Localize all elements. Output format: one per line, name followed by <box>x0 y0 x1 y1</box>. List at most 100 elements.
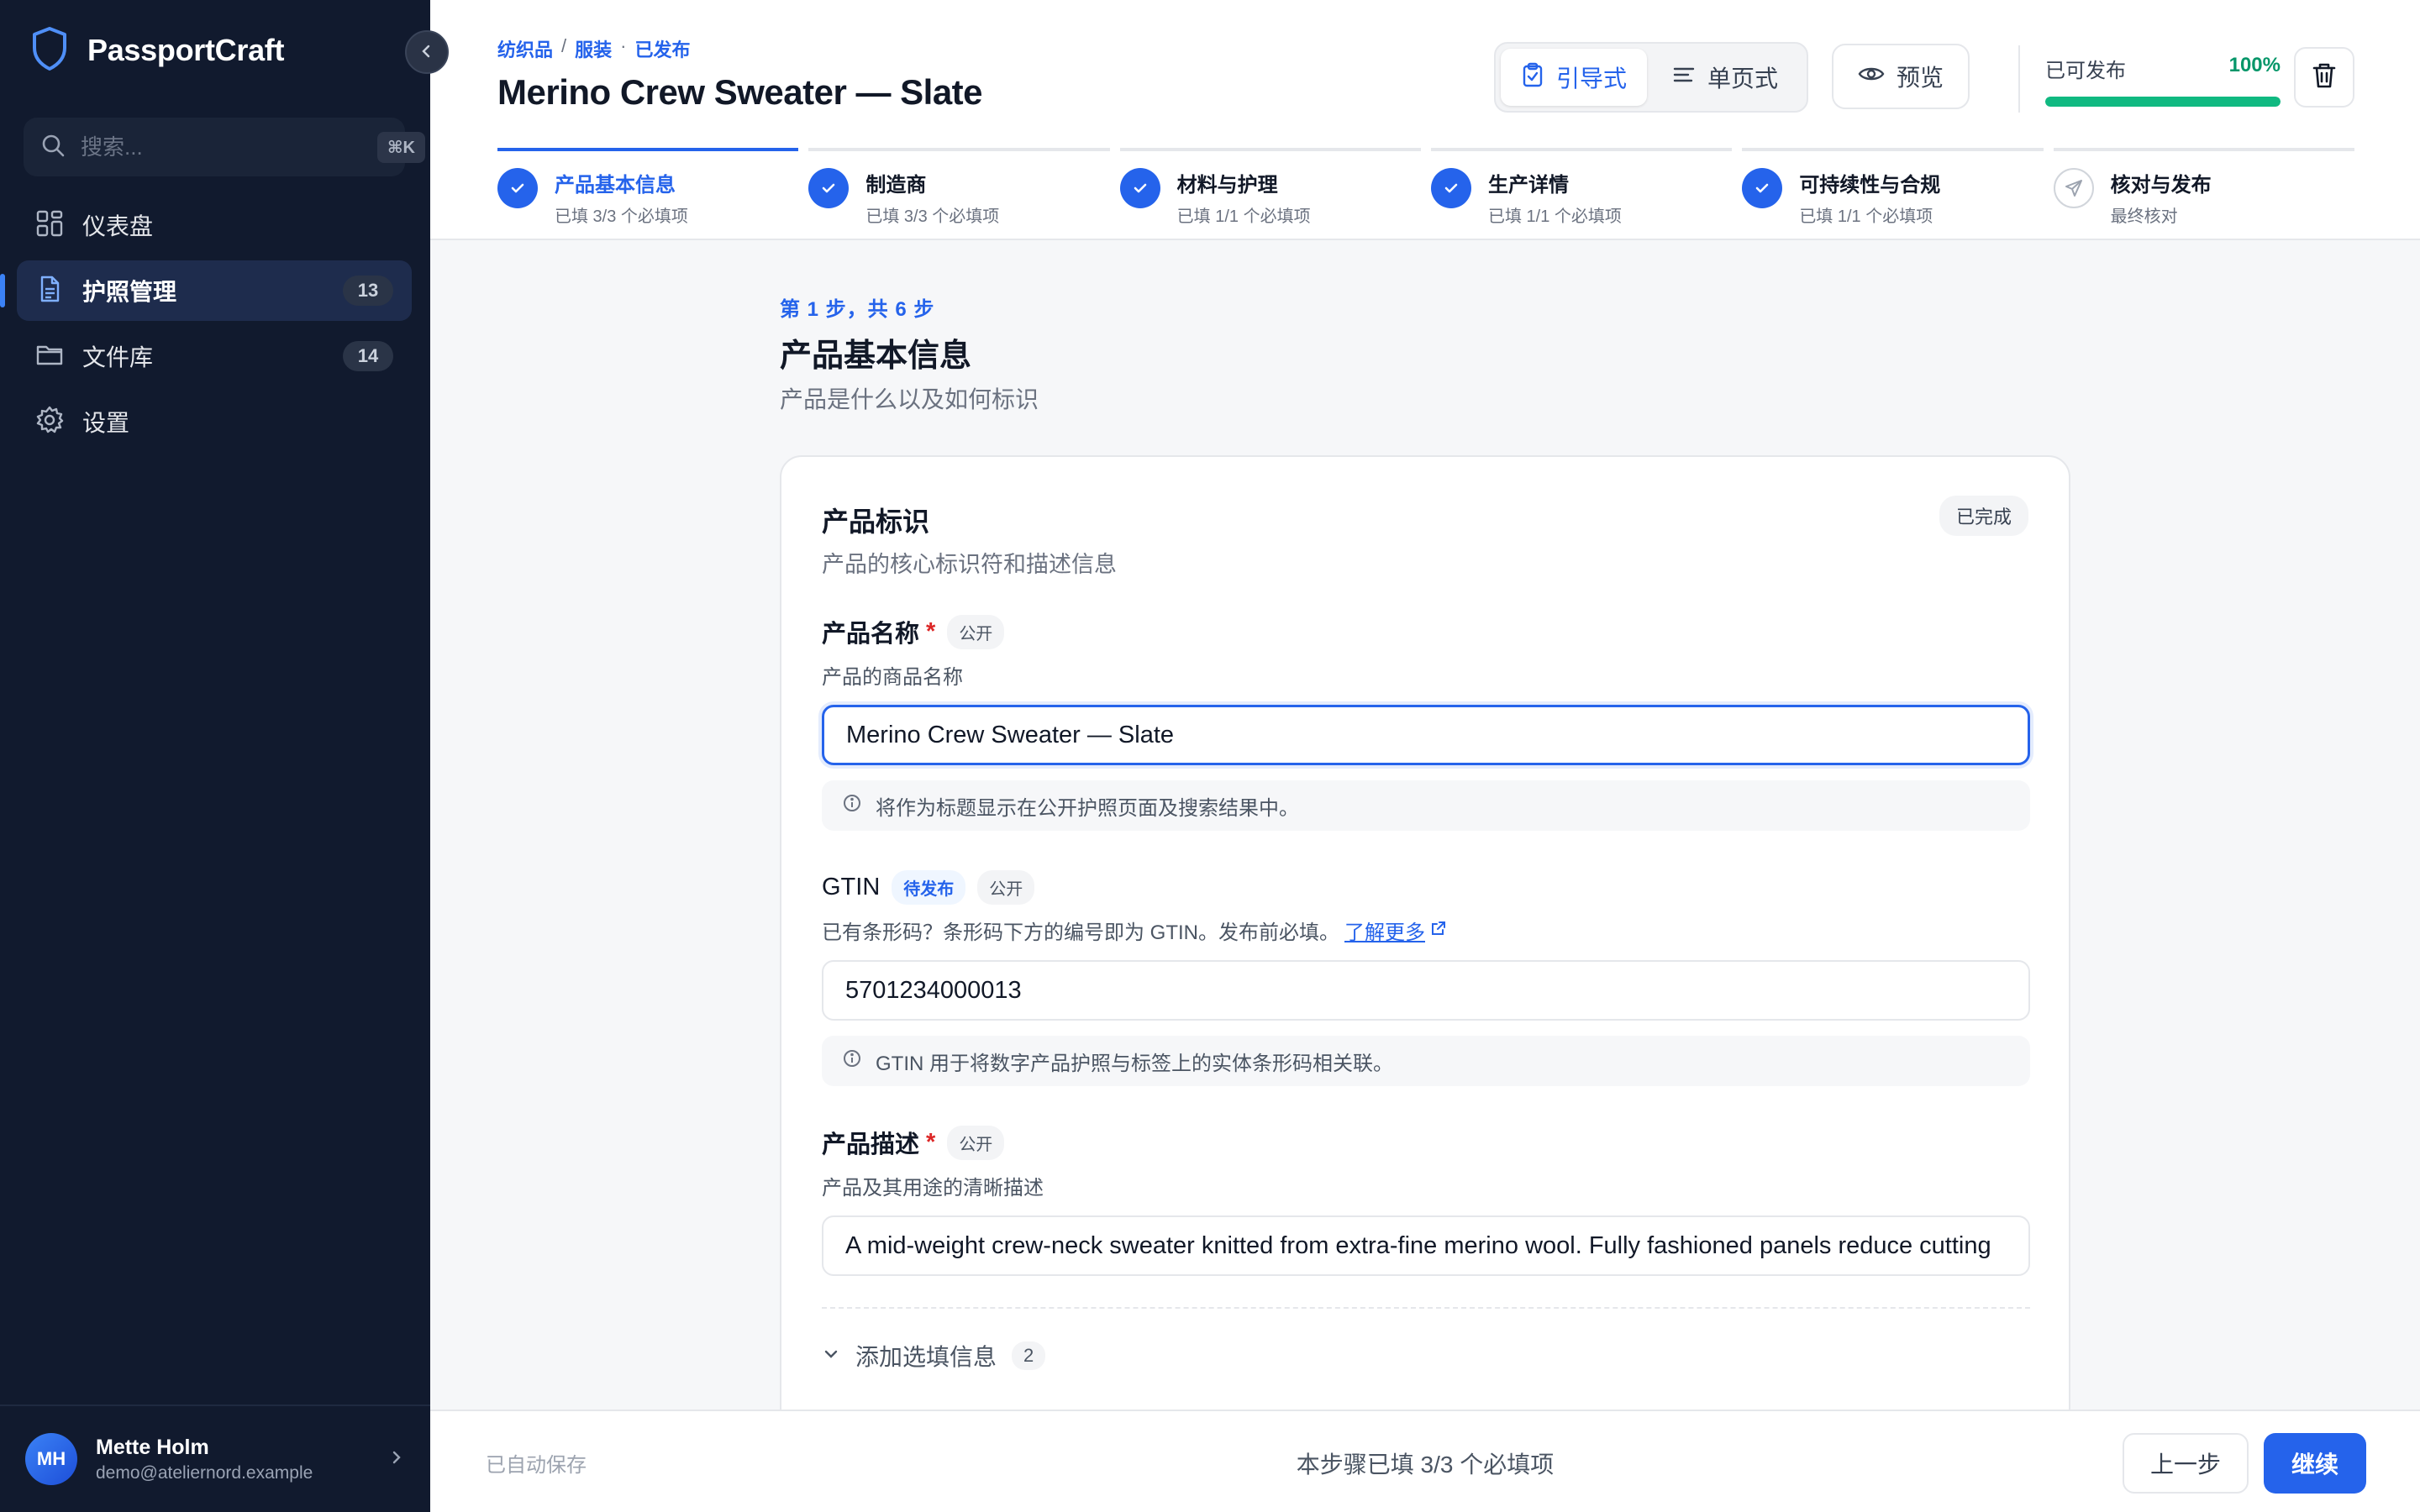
field-label: 产品名称 <box>822 621 920 648</box>
external-link-icon <box>1430 919 1447 942</box>
section-title: 产品基本信息 <box>780 339 972 374</box>
brand[interactable]: PassportCraft <box>30 25 284 76</box>
step-subtitle: 已填 1/1 个必填项 <box>1487 207 1622 226</box>
sidebar-item-label: 设置 <box>82 410 130 436</box>
product-identity-card: 产品标识 产品的核心标识符和描述信息 已完成 产品名称 * 公开 产品的商品名称… <box>780 455 2070 1410</box>
sidebar-item-settings[interactable]: 设置 <box>17 391 412 452</box>
step-title: 生产详情 <box>1487 174 1569 197</box>
step-manufacturer[interactable]: 制造商 已填 3/3 个必填项 <box>808 148 1110 227</box>
status-badge: 已完成 <box>1939 496 2028 536</box>
field-hint-text: GTIN 用于将数字产品护照与标签上的实体条形码相关联。 <box>876 1052 1393 1075</box>
trash-icon <box>2312 62 2337 93</box>
search-icon <box>40 133 66 162</box>
guided-mode-label: 引导式 <box>1556 66 1628 92</box>
shield-logo-icon <box>30 26 69 76</box>
field-help-text: 产品的商品名称 <box>822 666 963 689</box>
page-header: 纺织品 / 服装 · 已发布 Merino Crew Sweater — Sla… <box>430 0 2420 240</box>
continue-button[interactable]: 继续 <box>2264 1433 2366 1494</box>
step-subtitle: 已填 1/1 个必填项 <box>1176 207 1311 226</box>
add-optional-info-toggle[interactable]: 添加选填信息 2 <box>822 1339 1046 1373</box>
send-icon <box>2053 168 2094 208</box>
collapse-sidebar-button[interactable] <box>405 30 449 74</box>
field-hint: 将作为标题显示在公开护照页面及搜索结果中。 <box>822 780 2030 831</box>
breadcrumb-item[interactable]: 纺织品 <box>497 35 553 62</box>
step-title: 核对与发布 <box>2110 174 2212 197</box>
pending-tag: 待发布 <box>892 869 966 905</box>
step-review-publish[interactable]: 核对与发布 最终核对 <box>2053 148 2354 227</box>
step-production-details[interactable]: 生产详情已填 1/1 个必填项 <box>1430 148 1733 227</box>
user-email: demo@ateliernord.example <box>96 1462 313 1483</box>
count-badge: 13 <box>343 276 393 306</box>
search-box[interactable]: ⌘K <box>24 118 425 176</box>
avatar: MH <box>25 1433 77 1485</box>
field-help-text: 已有条形码？条形码下方的编号即为 GTIN。发布前必填。 <box>822 921 1339 944</box>
main-content: 第 1 步，共 6 步 产品基本信息 产品是什么以及如何标识 产品标识 产品的核… <box>430 242 2420 1410</box>
field-help: 已有条形码？条形码下方的编号即为 GTIN。发布前必填。 了解更多 <box>822 916 2030 945</box>
field-hint-text: 将作为标题显示在公开护照页面及搜索结果中。 <box>876 796 1299 820</box>
sidebar-item-label: 文件库 <box>82 344 154 370</box>
delete-button[interactable] <box>2294 47 2354 108</box>
field-help-text: 产品及其用途的清晰描述 <box>822 1177 1044 1200</box>
step-sustainability[interactable]: 可持续性与合规 已填 1/1 个必填项 <box>1742 148 2044 227</box>
step-completion-status: 本步骤已填 3/3 个必填项 <box>1296 1452 1555 1478</box>
sidebar-item-files[interactable]: 文件库 14 <box>17 326 412 386</box>
guided-mode-button[interactable]: 引导式 <box>1501 49 1648 106</box>
required-marker: * <box>926 617 936 645</box>
product-name-input[interactable] <box>822 705 2030 765</box>
product-name-field: 产品名称 * 公开 产品的商品名称 将作为标题显示在公开护照页面及搜索结果中。 <box>822 614 2030 831</box>
search-shortcut: ⌘K <box>377 131 425 163</box>
section-subtitle: 产品是什么以及如何标识 <box>780 386 1039 412</box>
publish-readiness: 已可发布 100% <box>2018 45 2281 113</box>
step-footer: 已自动保存 本步骤已填 3/3 个必填项 上一步 继续 <box>430 1410 2420 1512</box>
clipboard-check-icon <box>1521 62 1544 93</box>
sidebar-item-dashboard[interactable]: 仪表盘 <box>17 195 412 255</box>
dashboard-icon <box>35 209 64 242</box>
step-title: 制造商 <box>865 174 927 197</box>
public-tag: 公开 <box>947 1125 1005 1160</box>
required-marker: * <box>926 1128 936 1156</box>
breadcrumb-item[interactable]: 服装 <box>575 35 612 62</box>
sidebar: PassportCraft ⌘K 仪表盘 护照管理 13 文件库 14 <box>0 0 430 1512</box>
info-icon <box>842 793 862 819</box>
step-basic-info[interactable]: 产品基本信息已填 3/3 个必填项 <box>497 148 799 227</box>
text-lines-icon <box>1672 64 1696 91</box>
previous-step-button[interactable]: 上一步 <box>2123 1433 2249 1494</box>
gtin-input[interactable] <box>822 960 2030 1021</box>
sidebar-item-label: 仪表盘 <box>82 213 154 239</box>
step-title: 产品基本信息 <box>555 174 676 197</box>
field-help: 产品及其用途的清晰描述 <box>822 1171 2030 1200</box>
page-title: Merino Crew Sweater — Slate <box>497 72 983 112</box>
single-page-mode-button[interactable]: 单页式 <box>1652 49 1798 106</box>
count-badge: 14 <box>343 341 393 371</box>
user-name: Mette Holm <box>96 1435 209 1459</box>
optional-count-badge: 2 <box>1012 1341 1046 1370</box>
field-label: GTIN <box>822 873 881 900</box>
breadcrumb-separator: · <box>620 35 627 56</box>
sidebar-item-passports[interactable]: 护照管理 13 <box>0 260 412 321</box>
product-description-field: 产品描述 * 公开 产品及其用途的清晰描述 <box>822 1125 2030 1276</box>
sidebar-nav: 仪表盘 护照管理 13 文件库 14 设置 <box>0 195 412 457</box>
mode-toggle: 引导式 单页式 <box>1494 42 1808 113</box>
step-subtitle: 已填 3/3 个必填项 <box>555 207 688 226</box>
field-hint: GTIN 用于将数字产品护照与标签上的实体条形码相关联。 <box>822 1036 2030 1086</box>
check-icon <box>1742 168 1783 208</box>
preview-button[interactable]: 预览 <box>1832 44 1970 109</box>
preview-label: 预览 <box>1896 65 1944 91</box>
learn-more-label: 了解更多 <box>1344 921 1425 944</box>
chevron-left-icon <box>418 43 435 62</box>
user-menu[interactable]: MH Mette Holm demo@ateliernord.example <box>0 1404 430 1512</box>
search-input[interactable] <box>81 134 362 160</box>
user-info: Mette Holm demo@ateliernord.example <box>96 1436 370 1483</box>
breadcrumb: 纺织品 / 服装 · 已发布 <box>497 35 691 62</box>
chevron-down-icon <box>822 1342 840 1369</box>
product-description-input[interactable] <box>822 1215 2030 1276</box>
step-materials-care[interactable]: 材料与护理 已填 1/1 个必填项 <box>1119 148 1421 227</box>
publish-progress-bar <box>2045 97 2281 107</box>
learn-more-link[interactable]: 了解更多 <box>1344 916 1447 945</box>
publish-readiness-label: 已可发布 <box>2045 60 2126 82</box>
eye-icon <box>1858 63 1885 90</box>
step-title: 可持续性与合规 <box>1799 174 1941 197</box>
publish-progress-fill <box>2045 97 2281 107</box>
step-subtitle: 最终核对 <box>2110 207 2178 226</box>
single-page-mode-label: 单页式 <box>1707 66 1779 92</box>
